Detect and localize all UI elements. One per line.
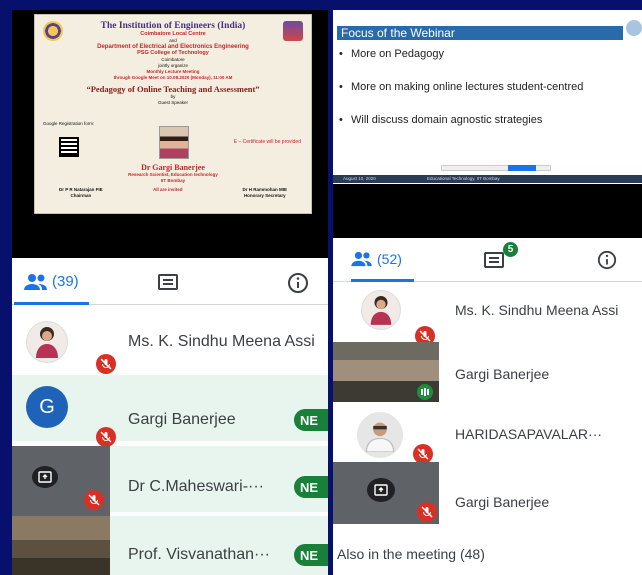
right-meet-window: Focus of the Webinar More on Pedagogy Mo… [333, 10, 642, 575]
presenting-tile [12, 446, 110, 516]
participant-video [333, 342, 439, 402]
participant-video [12, 516, 110, 575]
tab-chat[interactable]: 5 [483, 238, 518, 282]
tab-info[interactable] [287, 261, 309, 305]
presenting-tile [333, 462, 439, 524]
avatar [26, 321, 68, 363]
slide-controls[interactable] [441, 165, 551, 171]
chat-unread-badge: 5 [503, 242, 518, 257]
shared-slide: Focus of the Webinar More on Pedagogy Mo… [333, 10, 642, 183]
present-screen-icon [32, 466, 58, 488]
also-in-meeting-header[interactable]: Also in the meeting (48) [337, 546, 485, 562]
participant-name: Dr C.Maheswari-··· [128, 478, 264, 495]
slide-footer-org: Educational Technology, IIT Bombay [427, 176, 500, 181]
present-screen-icon [367, 478, 395, 502]
participant-row[interactable]: Ms. K. Sindhu Meena Assi [12, 310, 328, 376]
poster-college: PSG College of Technology [137, 50, 209, 56]
avatar [361, 290, 401, 330]
event-poster: The Institution of Engineers (India) Coi… [34, 14, 312, 214]
participant-name: Gargi Banerjee [455, 366, 550, 382]
participant-name: Gargi Banerjee [455, 494, 550, 510]
participant-row[interactable]: G Gargi Banerjee NE [12, 375, 328, 447]
qr-code-icon [59, 137, 79, 157]
presentation-video: The Institution of Engineers (India) Coi… [12, 10, 328, 258]
people-icon [351, 251, 372, 266]
mic-off-icon [96, 427, 116, 447]
side-panel-tabs: (39) [12, 261, 328, 305]
participant-row[interactable]: Gargi Banerjee [333, 342, 642, 408]
poster-chair-role: Chairman [70, 193, 92, 198]
mic-off-icon [417, 502, 437, 522]
left-meet-window: The Institution of Engineers (India) Coi… [12, 10, 328, 575]
mic-off-icon [96, 354, 116, 374]
participant-name: Gargi Banerjee [128, 411, 236, 428]
status-badge: NE [294, 409, 328, 431]
poster-reg-label: Google Registration form: [43, 121, 95, 126]
people-count: (52) [377, 250, 402, 267]
avatar-photo-icon [370, 296, 392, 325]
info-icon [288, 273, 308, 293]
participant-name: Ms. K. Sindhu Meena Assi [455, 302, 619, 318]
iitb-logo-icon [626, 20, 642, 36]
slide-bullets: More on Pedagogy More on making online l… [339, 48, 583, 147]
status-badge: NE [294, 476, 328, 498]
status-badge: NE [294, 544, 328, 566]
slide-footer-date: August 10, 2020 [343, 176, 376, 181]
poster-speaker-name: Dr Gargi Banerjee [141, 163, 205, 172]
participant-row[interactable]: Gargi Banerjee [333, 462, 642, 528]
avatar-photo-icon [36, 327, 58, 358]
poster-sec-role: Honorary Secretary [243, 193, 286, 198]
poster-centre: Coimbatore Local Centre [140, 31, 206, 37]
slide-bullet: More on making online lectures student-c… [339, 81, 583, 93]
slide-title: Focus of the Webinar [337, 26, 623, 40]
avatar-initial: G [39, 395, 55, 418]
poster-invite: All are invited [153, 187, 183, 192]
slide-bullet: More on Pedagogy [339, 48, 583, 60]
chat-icon [484, 252, 504, 268]
participant-name: Ms. K. Sindhu Meena Assi [128, 333, 315, 350]
tab-people[interactable]: (39) [14, 261, 89, 305]
participant-row[interactable]: Dr C.Maheswari-··· NE [12, 446, 328, 516]
participant-name: HARIDASAPAVALAR··· [455, 426, 603, 442]
poster-cert-note: E – Certificate will be provided [233, 139, 301, 145]
poster-org: The Institution of Engineers (India) [100, 21, 246, 31]
info-icon [597, 250, 617, 270]
psg-logo-icon [283, 21, 303, 41]
tab-info[interactable] [597, 238, 617, 282]
poster-event-detail: through Google Meet on 10.08.2020 (Monda… [113, 75, 233, 80]
participant-name: Prof. Visvanathan··· [128, 546, 270, 563]
speaker-photo [159, 126, 189, 159]
mic-off-icon [84, 490, 104, 510]
poster-topic: “Pedagogy of Online Teaching and Assessm… [86, 84, 260, 94]
people-icon [24, 273, 47, 290]
slide-bullet: Will discuss domain agnostic strategies [339, 114, 583, 126]
presentation-video [333, 184, 642, 238]
ie-logo-icon [43, 21, 63, 41]
avatar [357, 412, 403, 458]
mic-off-icon [413, 444, 433, 464]
chat-icon [158, 274, 178, 290]
speaking-indicator-icon [417, 384, 433, 400]
slide-ctrl-button[interactable] [508, 165, 536, 171]
side-panel-tabs: (52) 5 [333, 238, 642, 282]
avatar: G [26, 386, 68, 428]
tab-people[interactable]: (52) [351, 238, 414, 282]
slide-footer: August 10, 2020 Educational Technology, … [333, 175, 642, 183]
poster-speaker-org: IIT Bombay [160, 178, 186, 183]
participant-row[interactable]: Ms. K. Sindhu Meena Assi [333, 280, 642, 346]
participant-row[interactable]: Prof. Visvanathan··· NE [12, 516, 328, 575]
poster-guest: Guest Speaker [157, 100, 189, 105]
tab-chat[interactable] [157, 261, 179, 305]
people-count: (39) [52, 273, 79, 290]
avatar-photo-icon [365, 422, 395, 452]
